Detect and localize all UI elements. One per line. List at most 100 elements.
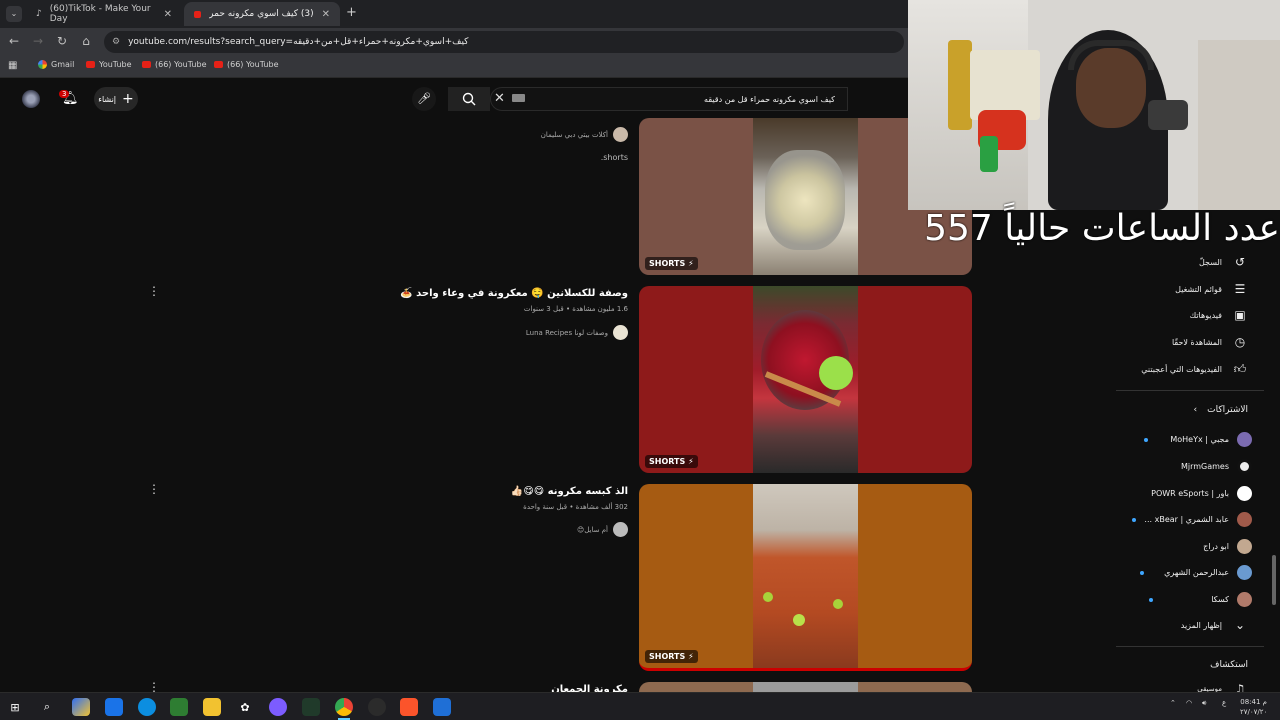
browser-tab-bar: ⌄ ♪ (60)TikTok - Make Your Day ✕ (3) كيف… <box>0 0 908 28</box>
result-1-channel[interactable]: أكلات بيتي دبي سليمان <box>541 127 628 142</box>
sidebar-item-liked[interactable]: 👍︎ الفيديوهات التي أعجبتني <box>1141 362 1248 377</box>
explore-heading: استكشاف <box>1210 660 1248 670</box>
sidebar-divider <box>1116 390 1264 391</box>
result-2-more-icon[interactable]: ⋮ <box>148 284 160 298</box>
keyboard-icon[interactable] <box>512 94 525 102</box>
store-icon[interactable] <box>170 698 188 716</box>
search-value[interactable]: كيف اسوي مكرونه حمراء قل من دقيقه <box>704 95 835 104</box>
account-avatar[interactable] <box>22 90 40 108</box>
sidebar-item-watch-later[interactable]: ◷ المشاهدة لاحقًا <box>1172 335 1248 349</box>
new-content-dot <box>1140 570 1145 575</box>
tab-title: (60)TikTok - Make Your Day <box>49 4 151 24</box>
volume-icon[interactable]: 🔊︎ <box>1202 699 1206 708</box>
sidebar-item-playlists[interactable]: ☰ قوائم التشغيل <box>1175 282 1248 296</box>
tab-list-dropdown[interactable]: ⌄ <box>6 6 22 22</box>
webcam-overlay <box>908 0 1280 210</box>
search-input[interactable]: كيف اسوي مكرونه حمراء قل من دقيقه <box>490 87 848 111</box>
mic-button[interactable]: 🎤︎ <box>412 87 436 111</box>
back-icon[interactable]: ← <box>6 34 22 48</box>
channel-avatar <box>1237 486 1252 501</box>
youtube-icon <box>194 10 201 18</box>
home-icon[interactable]: ⌂ <box>78 34 94 48</box>
channel-avatar <box>1237 512 1252 527</box>
subscription-item[interactable]: ابو دراج <box>1203 539 1252 554</box>
new-tab-button[interactable]: + <box>346 5 357 20</box>
close-tab-icon[interactable]: ✕ <box>322 9 330 20</box>
bookmark-gmail[interactable]: Gmail <box>38 60 74 69</box>
app-icon[interactable] <box>105 698 123 716</box>
result-3-more-icon[interactable]: ⋮ <box>148 482 160 496</box>
subscription-item[interactable]: مجبي | MoHeYx <box>1144 432 1252 447</box>
clock[interactable]: 08:41 م ٢٧/٠٧/٢٠ <box>1240 697 1267 717</box>
openai-icon[interactable]: ✿ <box>236 698 254 716</box>
result-3-title[interactable]: الذ كبسه مكرونه 😋😋👍🏻 <box>511 486 628 497</box>
brave-icon[interactable] <box>400 698 418 716</box>
channel-avatar <box>1237 565 1252 580</box>
subscriptions-heading[interactable]: الاشتراكات › <box>1194 405 1248 415</box>
shorts-badge: SHORTS ⚡ <box>645 650 698 663</box>
search-icon[interactable]: ⌕ <box>38 698 56 716</box>
thumbnail-image <box>753 484 858 668</box>
windows-taskbar: ⊞ ⌕ ✿ ⌃ ◠ 🔊︎ ع 08:41 م ٢٧/٠٧/٢٠ <box>0 692 1280 720</box>
channel-avatar <box>1237 459 1252 474</box>
subscription-item[interactable]: كسكا <box>1149 592 1252 607</box>
url-text[interactable]: youtube.com/results?search_query=كيف+اسو… <box>128 37 468 47</box>
result-3-meta: 302 ألف مشاهدة • قبل سنة واحدة <box>523 503 628 511</box>
hours-overlay-text: عدد الساعات حالياً 557 <box>924 208 1280 249</box>
omnibox[interactable]: ⚙ youtube.com/results?search_query=كيف+ا… <box>104 31 904 53</box>
youtube-icon <box>142 61 151 68</box>
result-2-meta: 1.6 مليون مشاهدة • قبل 3 سنوات <box>523 305 628 313</box>
tab-tiktok[interactable]: ♪ (60)TikTok - Make Your Day ✕ <box>26 2 182 26</box>
bookmark-youtube-66[interactable]: (66) YouTube <box>142 60 207 69</box>
copilot-icon[interactable] <box>72 698 90 716</box>
channel-avatar <box>1237 592 1252 607</box>
result-2-thumbnail[interactable]: SHORTS ⚡ <box>639 286 972 473</box>
result-4-thumbnail[interactable] <box>639 682 972 692</box>
edge-icon[interactable] <box>138 698 156 716</box>
capcut-icon[interactable] <box>302 698 320 716</box>
tray-chevron-icon[interactable]: ⌃ <box>1170 699 1176 707</box>
reload-icon[interactable]: ↻ <box>54 34 70 48</box>
youtube-icon <box>214 61 223 68</box>
sidebar-scrollbar[interactable] <box>1272 555 1276 605</box>
result-3-channel[interactable]: أم سايل😊 <box>577 522 628 537</box>
show-more-button[interactable]: ⌄ إظهار المزيد <box>1181 618 1248 632</box>
sidebar-item-history[interactable]: ↺ السجلّ <box>1199 255 1248 269</box>
site-info-icon[interactable]: ⚙ <box>112 37 120 47</box>
create-button[interactable]: إنشاء + <box>94 87 138 111</box>
subscription-item[interactable]: باور | POWR eSports <box>1151 486 1252 501</box>
windows-start-icon[interactable]: ⊞ <box>6 698 24 716</box>
close-tab-icon[interactable]: ✕ <box>164 9 172 20</box>
discord-icon[interactable] <box>269 698 287 716</box>
result-2-title[interactable]: وصفة للكسلانين 🤤 معكرونة في وعاء واحد 🍝 <box>400 288 628 299</box>
your-videos-icon: ▣ <box>1234 308 1246 322</box>
bookmark-youtube[interactable]: YouTube <box>86 60 132 69</box>
youtube-icon <box>86 61 95 68</box>
forward-icon[interactable]: → <box>30 34 46 48</box>
subscription-item[interactable]: MjrmGames <box>1181 459 1252 474</box>
search-icon <box>462 92 476 106</box>
obs-icon[interactable] <box>368 698 386 716</box>
channel-avatar <box>1237 539 1252 554</box>
file-explorer-icon[interactable] <box>203 698 221 716</box>
sidebar-divider <box>1116 646 1264 647</box>
result-3-thumbnail[interactable]: SHORTS ⚡ <box>639 484 972 671</box>
chevron-down-icon: ⌄ <box>1234 618 1246 632</box>
subscription-item[interactable]: عبدالرحمن الشهري <box>1140 565 1252 580</box>
chrome-icon[interactable] <box>335 698 353 716</box>
clear-search-icon[interactable]: ✕ <box>494 91 505 106</box>
wifi-icon[interactable]: ◠ <box>1186 699 1192 707</box>
result-1-description: shorts. <box>600 153 628 162</box>
language-indicator[interactable]: ع <box>1222 699 1226 707</box>
result-2-channel[interactable]: وصفات لونا Luna Recipes <box>526 325 628 340</box>
channel-avatar <box>613 522 628 537</box>
thumbnail-image <box>753 682 858 692</box>
sidebar-item-your-videos[interactable]: ▣ فيديوهاتك <box>1190 308 1248 322</box>
tab-youtube-search[interactable]: (3) كيف اسوي مكرونه حمراء قل ... ✕ <box>184 2 340 26</box>
bookmark-youtube-66-b[interactable]: (66) YouTube <box>214 60 279 69</box>
subscription-item[interactable]: عابد الشمري | xBear ... <box>1132 512 1252 527</box>
search-button[interactable] <box>448 87 490 111</box>
steam-icon[interactable] <box>433 698 451 716</box>
shorts-badge: SHORTS ⚡ <box>645 257 698 270</box>
apps-grid-icon[interactable]: ▦ <box>8 60 17 71</box>
